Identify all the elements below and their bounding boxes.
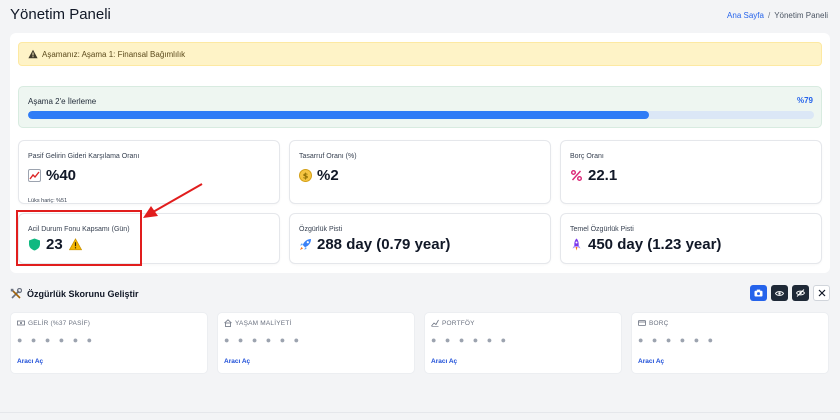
tool-label: PORTFÖY <box>431 319 475 327</box>
annotation-arrow <box>143 183 203 218</box>
progress-track <box>28 111 814 119</box>
eye-icon <box>774 284 785 302</box>
stat-label: Tasarruf Oranı (%) <box>299 153 357 160</box>
open-tool-link[interactable]: Aracı Aç <box>224 358 250 365</box>
coin-icon: $ <box>299 169 312 182</box>
alert-text: Aşamanız: Aşama 1: Finansal Bağımlılık <box>42 49 186 59</box>
progress-fill <box>28 111 649 119</box>
chart-up-icon <box>28 169 41 182</box>
money-icon <box>17 319 25 327</box>
stat-label: Özgürlük Pisti <box>299 226 343 233</box>
breadcrumb: Ana Sayfa / Yönetim Paneli <box>727 11 828 20</box>
camera-icon <box>754 284 763 302</box>
tool-card-income: GELİR (%37 PASİF) ● ● ● ● ● ● Aracı Aç <box>10 312 208 374</box>
stage-progress-card: Aşama 2'e İlerleme %79 <box>18 86 822 128</box>
hide-values-button[interactable] <box>792 285 809 301</box>
stat-value: $ %2 <box>299 167 339 184</box>
tool-label: GELİR (%37 PASİF) <box>17 319 90 327</box>
chart-line-icon <box>431 319 439 327</box>
svg-text:$: $ <box>303 171 309 180</box>
stat-card-basic-freedom-runway: Temel Özgürlük Pisti 450 day (1.23 year) <box>560 213 822 264</box>
highlight-box <box>16 210 142 266</box>
progress-value: %79 <box>796 96 813 105</box>
warning-triangle-icon <box>28 49 38 59</box>
stat-sub: Lüks hariç: %51 <box>28 198 68 204</box>
stat-value: 450 day (1.23 year) <box>570 236 721 253</box>
tool-card-debt: BORÇ ● ● ● ● ● ● Aracı Aç <box>631 312 829 374</box>
breadcrumb-separator: / <box>767 11 771 20</box>
tools-icon <box>10 288 22 300</box>
tool-label: YAŞAM MALİYETİ <box>224 319 292 327</box>
house-icon <box>224 319 232 327</box>
x-icon <box>818 284 826 302</box>
stat-label: Borç Oranı <box>570 153 604 160</box>
masked-value: ● ● ● ● ● ● <box>224 335 303 345</box>
eye-slash-icon <box>795 284 806 302</box>
masked-value: ● ● ● ● ● ● <box>431 335 510 345</box>
stat-value: 22.1 <box>570 167 617 184</box>
card-icon <box>638 319 646 327</box>
page-title: Yönetim Paneli <box>10 6 111 23</box>
percent-icon <box>570 169 583 182</box>
footer-divider <box>0 412 840 413</box>
section-toolbar <box>750 285 830 301</box>
rocket-icon <box>299 238 312 251</box>
stat-card-debt-ratio: Borç Oranı 22.1 <box>560 140 822 204</box>
open-tool-link[interactable]: Aracı Aç <box>17 358 43 365</box>
masked-value: ● ● ● ● ● ● <box>17 335 96 345</box>
x-share-button[interactable] <box>813 285 830 301</box>
stat-value: %40 <box>28 167 76 184</box>
masked-value: ● ● ● ● ● ● <box>638 335 717 345</box>
show-values-button[interactable] <box>771 285 788 301</box>
progress-label: Aşama 2'e İlerleme <box>28 97 97 106</box>
stat-card-savings-rate: Tasarruf Oranı (%) $ %2 <box>289 140 551 204</box>
stage-alert: Aşamanız: Aşama 1: Finansal Bağımlılık <box>18 42 822 66</box>
breadcrumb-current: Yönetim Paneli <box>774 11 828 20</box>
camera-button[interactable] <box>750 285 767 301</box>
open-tool-link[interactable]: Aracı Aç <box>431 358 457 365</box>
stat-label: Pasif Gelirin Gideri Karşılama Oranı <box>28 153 140 160</box>
stat-value: 288 day (0.79 year) <box>299 236 450 253</box>
open-tool-link[interactable]: Aracı Aç <box>638 358 664 365</box>
section-title: Özgürlük Skorunu Geliştir <box>10 288 139 300</box>
stat-card-freedom-runway: Özgürlük Pisti 288 day (0.79 year) <box>289 213 551 264</box>
tool-card-portfolio: PORTFÖY ● ● ● ● ● ● Aracı Aç <box>424 312 622 374</box>
rocket-launch-icon <box>570 238 583 251</box>
tool-card-cost-of-living: YAŞAM MALİYETİ ● ● ● ● ● ● Aracı Aç <box>217 312 415 374</box>
tool-label: BORÇ <box>638 319 669 327</box>
breadcrumb-home-link[interactable]: Ana Sayfa <box>727 11 764 20</box>
stat-label: Temel Özgürlük Pisti <box>570 226 634 233</box>
